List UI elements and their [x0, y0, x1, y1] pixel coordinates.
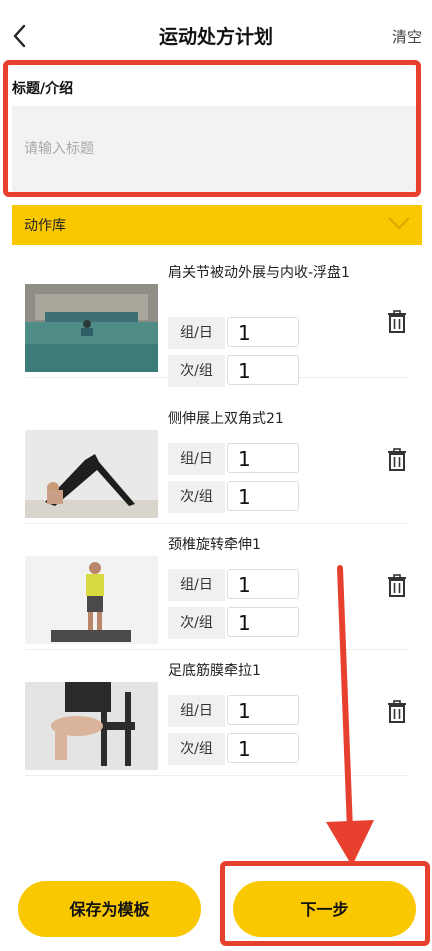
annotation-arrow: [326, 565, 374, 866]
highlight-box-next: [220, 861, 430, 946]
save-as-template-button[interactable]: 保存为模板: [18, 881, 201, 937]
